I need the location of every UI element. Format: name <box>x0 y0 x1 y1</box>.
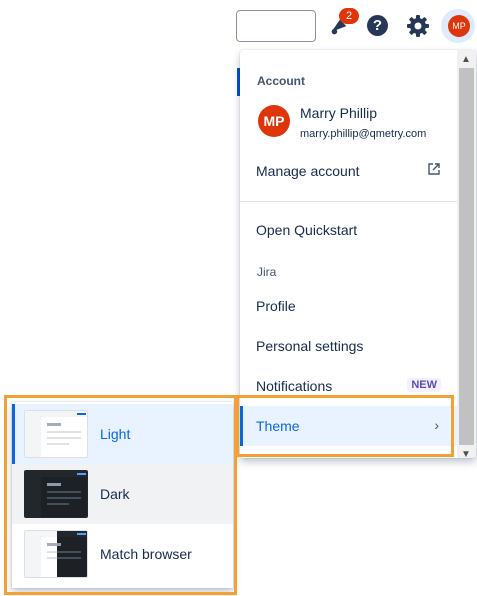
external-link-icon <box>427 162 441 179</box>
personal-settings-item[interactable]: Personal settings <box>240 326 457 366</box>
personal-settings-label: Personal settings <box>256 338 364 354</box>
open-quickstart-item[interactable]: Open Quickstart <box>240 210 457 250</box>
account-menu: ▲ ▼ Account MP Marry Phillip marry.phill… <box>240 50 476 458</box>
menu-divider <box>240 201 457 202</box>
new-badge: NEW <box>407 378 441 392</box>
selected-indicator <box>12 404 15 464</box>
notification-count-badge: 2 <box>339 8 359 24</box>
open-quickstart-label: Open Quickstart <box>256 222 358 238</box>
manage-account-item[interactable]: Manage account <box>240 151 457 191</box>
notifications-label: Notifications <box>256 378 333 394</box>
manage-account-label: Manage account <box>256 163 360 179</box>
theme-option-label: Light <box>100 426 131 442</box>
user-avatar: MP <box>258 105 290 137</box>
theme-option-match-browser[interactable]: Match browser <box>12 524 233 584</box>
light-theme-preview-icon <box>24 410 88 458</box>
dark-theme-preview-icon <box>24 470 88 518</box>
theme-option-dark[interactable]: Dark <box>12 464 233 524</box>
search-input[interactable] <box>236 10 316 42</box>
theme-option-light[interactable]: Light <box>12 404 233 464</box>
active-indicator <box>240 406 243 446</box>
theme-submenu: Light Dark Match browser <box>12 402 233 588</box>
gear-icon <box>407 15 429 37</box>
theme-option-label: Dark <box>100 486 130 502</box>
profile-label: Profile <box>256 298 296 314</box>
user-name: Marry Phillip <box>300 105 378 121</box>
theme-item[interactable]: Theme › <box>240 406 457 446</box>
match-browser-preview-icon <box>24 530 88 578</box>
jira-heading: Jira <box>257 265 277 279</box>
help-button[interactable]: ? <box>367 15 388 36</box>
theme-label: Theme <box>256 418 300 434</box>
account-heading: Account <box>257 74 305 88</box>
notifications-item[interactable]: Notifications NEW <box>240 366 457 406</box>
scroll-down-arrow-icon[interactable]: ▼ <box>461 449 471 458</box>
scrollbar-thumb[interactable] <box>459 68 474 445</box>
user-email: marry.phillip@qmetry.com <box>300 128 427 140</box>
scroll-up-arrow-icon[interactable]: ▲ <box>461 54 471 65</box>
profile-item[interactable]: Profile <box>240 286 457 326</box>
chevron-right-icon: › <box>434 417 439 433</box>
avatar[interactable]: MP <box>448 15 470 37</box>
menu-scrollbar[interactable]: ▲ ▼ <box>457 50 476 458</box>
settings-button[interactable] <box>405 13 431 39</box>
theme-option-label: Match browser <box>100 546 192 562</box>
